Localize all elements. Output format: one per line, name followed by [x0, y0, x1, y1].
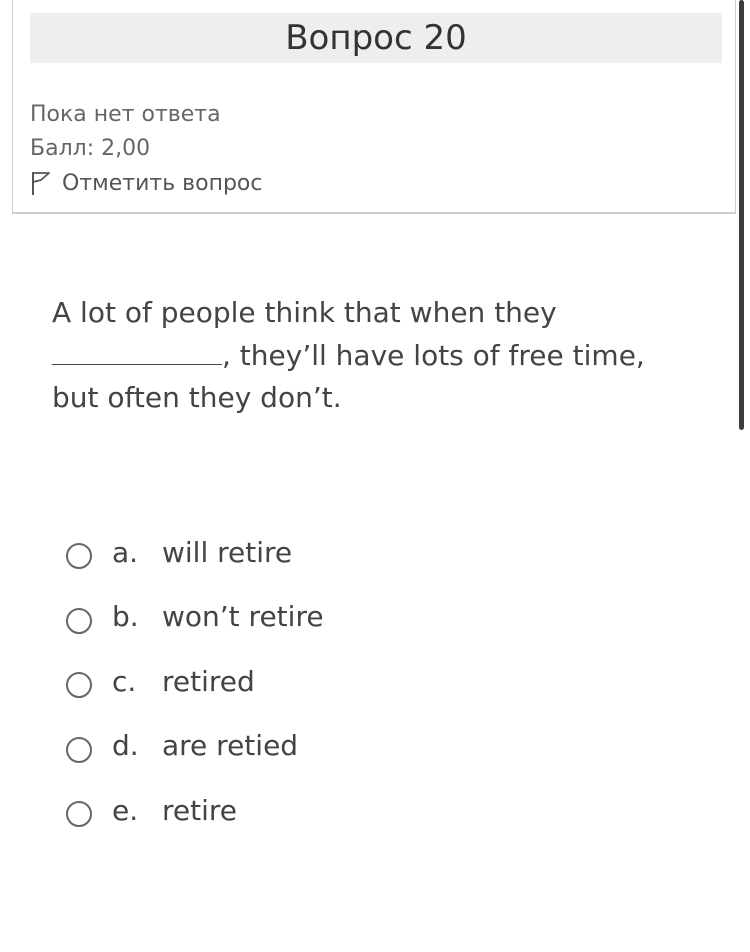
- question-text: A lot of people think that when they , t…: [52, 292, 692, 419]
- question-state: Пока нет ответа: [30, 102, 221, 127]
- answer-letter: b.: [112, 600, 139, 634]
- answer-option-d[interactable]: d. are retied: [66, 714, 666, 779]
- answer-option-a[interactable]: a. will retire: [66, 520, 666, 585]
- answer-letter: d.: [112, 729, 139, 763]
- radio-button-icon[interactable]: [66, 801, 92, 828]
- answer-option-b[interactable]: b. won’t retire: [66, 585, 666, 650]
- question-info-panel: Вопрос 20 Пока нет ответа Балл: 2,00 Отм…: [12, 0, 736, 214]
- answer-text: retire: [162, 793, 238, 827]
- answer-letter: e.: [112, 793, 139, 827]
- answer-text: are retied: [162, 729, 299, 763]
- radio-button-icon[interactable]: [66, 607, 92, 634]
- answer-blank: [52, 334, 222, 365]
- answer-text: will retire: [162, 535, 293, 569]
- answer-option-e[interactable]: e. retire: [66, 778, 666, 843]
- radio-button-icon[interactable]: [66, 543, 92, 570]
- question-grade: Балл: 2,00: [30, 136, 151, 161]
- flag-question-button[interactable]: Отметить вопрос: [30, 170, 262, 196]
- radio-button-icon[interactable]: [66, 736, 92, 763]
- question-number-title: Вопрос 20: [30, 13, 722, 63]
- question-text-before: A lot of people think that when they: [52, 296, 557, 329]
- answer-option-c[interactable]: c. retired: [66, 649, 666, 714]
- radio-button-icon[interactable]: [66, 672, 92, 699]
- answer-letter: a.: [112, 535, 139, 569]
- scrollbar[interactable]: [739, 0, 744, 430]
- answer-options: a. will retire b. won’t retire c. retire…: [66, 520, 666, 843]
- flag-icon: [30, 170, 52, 196]
- answer-letter: c.: [112, 664, 137, 698]
- answer-text: won’t retire: [162, 600, 324, 634]
- flag-question-label: Отметить вопрос: [62, 170, 263, 196]
- answer-text: retired: [162, 664, 255, 698]
